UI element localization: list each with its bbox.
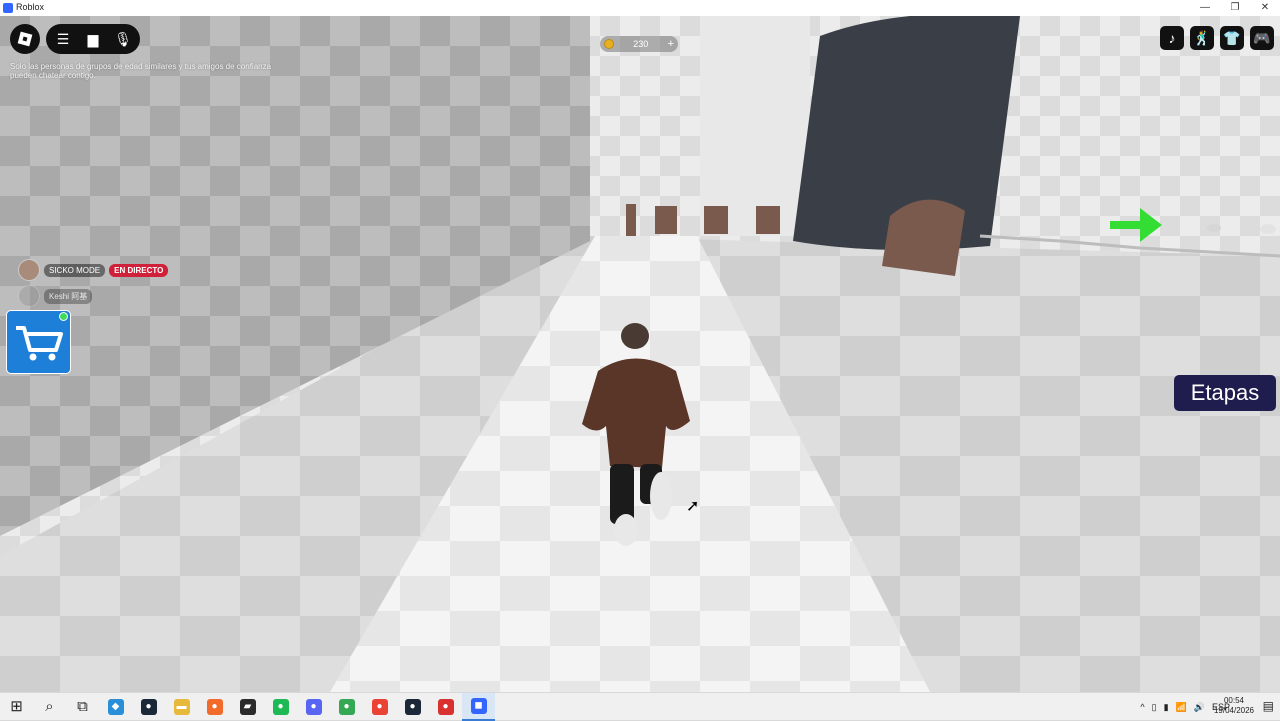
live-username: SICKO MODE — [44, 263, 106, 277]
emote-icon[interactable]: 🕺 — [1190, 26, 1214, 50]
notification-dot — [59, 312, 68, 321]
steam-glyph: ● — [140, 699, 157, 715]
task-view-glyph: ⧉ — [77, 698, 88, 715]
start-glyph: ⊞ — [10, 698, 23, 715]
start-icon[interactable]: ⊞ — [0, 693, 33, 721]
app-red-icon[interactable]: ● — [429, 693, 462, 721]
clock-time: 00:54 — [1223, 696, 1244, 705]
clock-date: 19/04/2026 — [1213, 706, 1254, 715]
chrome-profile-icon[interactable]: ● — [363, 693, 396, 721]
folder-icon[interactable]: ▬ — [165, 693, 198, 721]
mouse-cursor-icon: ➚ — [686, 498, 700, 515]
search-glyph: ⌕ — [45, 698, 54, 715]
notes-icon[interactable]: ▰ — [231, 693, 264, 721]
second-user-row[interactable]: Keshi 阿基 — [18, 285, 93, 307]
game-viewport[interactable] — [0, 16, 1280, 692]
taskbar-apps: ⊞ ⌕ ⧉ ◆ ● ▬ ● ▰ ● ● ● ● ● ● ◼ — [0, 693, 495, 721]
steam-2-icon[interactable]: ● — [396, 693, 429, 721]
device-icon[interactable]: ▮ — [1164, 702, 1169, 713]
window-title: Roblox — [16, 2, 45, 12]
live-user-row[interactable]: SICKO MODE EN DIRECTO — [18, 259, 169, 281]
add-coins-icon[interactable]: + — [668, 38, 674, 50]
search-icon[interactable]: ⌕ — [33, 693, 66, 721]
clock[interactable]: 00:54 19/04/2026 — [1214, 696, 1254, 716]
window-titlebar: Roblox — ❐ ✕ — [0, 0, 1280, 17]
battery-icon[interactable]: ▯ — [1152, 702, 1157, 713]
stages-button[interactable]: Etapas — [1174, 375, 1276, 411]
windows-taskbar: ⊞ ⌕ ⧉ ◆ ● ▬ ● ▰ ● ● ● ● ● ● ◼ ^ ▯ ▮ 📶 🔊 ESP 00:54 19/0… — [0, 692, 1280, 721]
steam-icon[interactable]: ● — [132, 693, 165, 721]
notes-glyph: ▰ — [239, 699, 256, 715]
gamepad-icon[interactable]: 🎮 — [1250, 26, 1274, 50]
corridor-right-wall — [700, 16, 810, 236]
steam-2-glyph: ● — [404, 699, 421, 715]
roblox-logo-icon — [17, 31, 33, 47]
hamburger-menu-icon[interactable]: ☰ — [54, 31, 72, 48]
brown-block — [704, 206, 728, 234]
game-scene — [0, 16, 1280, 692]
roblox-menu-button[interactable] — [10, 24, 40, 54]
chrome-glyph: ● — [338, 699, 355, 715]
shopping-cart-icon — [15, 326, 63, 361]
menu-pill: ☰ ▆ 🎙 — [46, 24, 140, 54]
discord-icon[interactable]: ● — [297, 693, 330, 721]
app-orange-icon[interactable]: ● — [198, 693, 231, 721]
close-button[interactable]: ✕ — [1250, 0, 1280, 16]
app-red-glyph: ● — [437, 699, 454, 715]
music-icon[interactable]: ♪ — [1160, 26, 1184, 50]
roblox-app-icon — [3, 3, 13, 13]
top-right-toolbar: ♪ 🕺 👕 🎮 — [1160, 26, 1274, 50]
live-badge: EN DIRECTO — [109, 263, 169, 277]
window-controls: — ❐ ✕ — [1190, 0, 1280, 16]
spotify-glyph: ● — [272, 699, 289, 715]
chrome-profile-glyph: ● — [371, 699, 388, 715]
chat-restriction-notice: Solo las personas de grupos de edad simi… — [10, 62, 272, 80]
folder-glyph: ▬ — [173, 699, 190, 715]
avatar — [18, 259, 40, 281]
notification-center-icon[interactable]: ▤ — [1263, 699, 1274, 713]
spotify-icon[interactable]: ● — [264, 693, 297, 721]
minimize-button[interactable]: — — [1190, 0, 1220, 16]
chat-icon[interactable]: ▆ — [84, 31, 102, 48]
coin-counter[interactable]: 230 + — [600, 36, 678, 52]
roblox-menu-bar: ☰ ▆ 🎙 — [10, 24, 140, 54]
brown-block — [655, 206, 677, 234]
vscode-glyph: ◆ — [107, 699, 124, 715]
avatar — [18, 285, 40, 307]
vscode-icon[interactable]: ◆ — [99, 693, 132, 721]
shop-button[interactable] — [6, 310, 71, 374]
app-orange-glyph: ● — [206, 699, 223, 715]
shirt-icon[interactable]: 👕 — [1220, 26, 1244, 50]
coin-icon — [604, 39, 614, 49]
task-view-icon[interactable]: ⧉ — [66, 693, 99, 721]
roblox-icon[interactable]: ◼ — [462, 693, 495, 721]
wifi-icon[interactable]: 📶 — [1176, 702, 1187, 713]
discord-glyph: ● — [305, 699, 322, 715]
wing-icon — [1207, 224, 1221, 232]
chrome-icon[interactable]: ● — [330, 693, 363, 721]
second-username: Keshi 阿基 — [44, 288, 93, 304]
microphone-muted-icon[interactable]: 🎙 — [114, 31, 132, 48]
tray-expand-icon[interactable]: ^ — [1140, 702, 1144, 712]
volume-icon[interactable]: 🔊 — [1194, 702, 1205, 713]
wing-icon — [1260, 224, 1276, 234]
brown-block — [756, 206, 780, 234]
coin-value: 230 — [633, 39, 649, 49]
roblox-glyph: ◼ — [470, 698, 487, 714]
maximize-button[interactable]: ❐ — [1220, 0, 1250, 16]
